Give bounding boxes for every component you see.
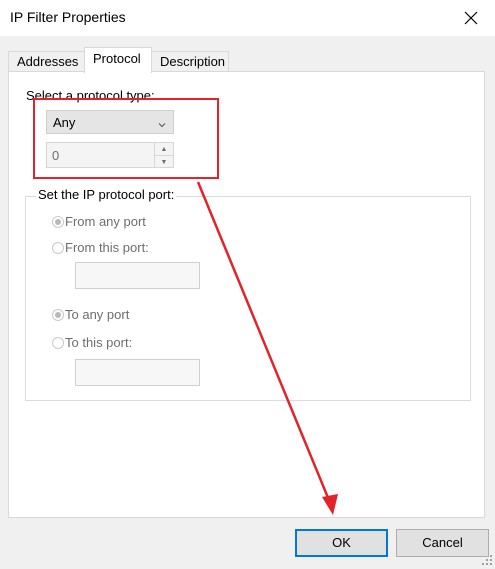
from-port-input[interactable] — [75, 262, 200, 289]
to-any-port-radio[interactable] — [52, 309, 64, 321]
to-this-port-label: To this port: — [65, 335, 133, 350]
to-this-port-radio[interactable] — [52, 337, 64, 349]
from-this-port-radio[interactable] — [52, 242, 64, 254]
resize-grip-icon[interactable] — [481, 554, 493, 566]
annotation-highlight-box — [33, 98, 219, 179]
tab-addresses[interactable]: Addresses — [8, 51, 85, 72]
close-icon[interactable] — [459, 6, 483, 30]
tab-description[interactable]: Description — [151, 51, 229, 72]
cancel-button[interactable]: Cancel — [396, 529, 489, 557]
ok-button[interactable]: OK — [295, 529, 388, 557]
from-any-port-radio[interactable] — [52, 216, 64, 228]
to-port-input[interactable] — [75, 359, 200, 386]
from-this-port-label: From this port: — [65, 240, 149, 255]
port-group-title: Set the IP protocol port: — [36, 187, 177, 202]
to-any-port-label: To any port — [65, 307, 130, 322]
window-title: IP Filter Properties — [10, 9, 126, 25]
from-any-port-label: From any port — [65, 214, 146, 229]
tab-protocol[interactable]: Protocol — [84, 47, 152, 73]
title-bar: IP Filter Properties — [0, 0, 495, 36]
